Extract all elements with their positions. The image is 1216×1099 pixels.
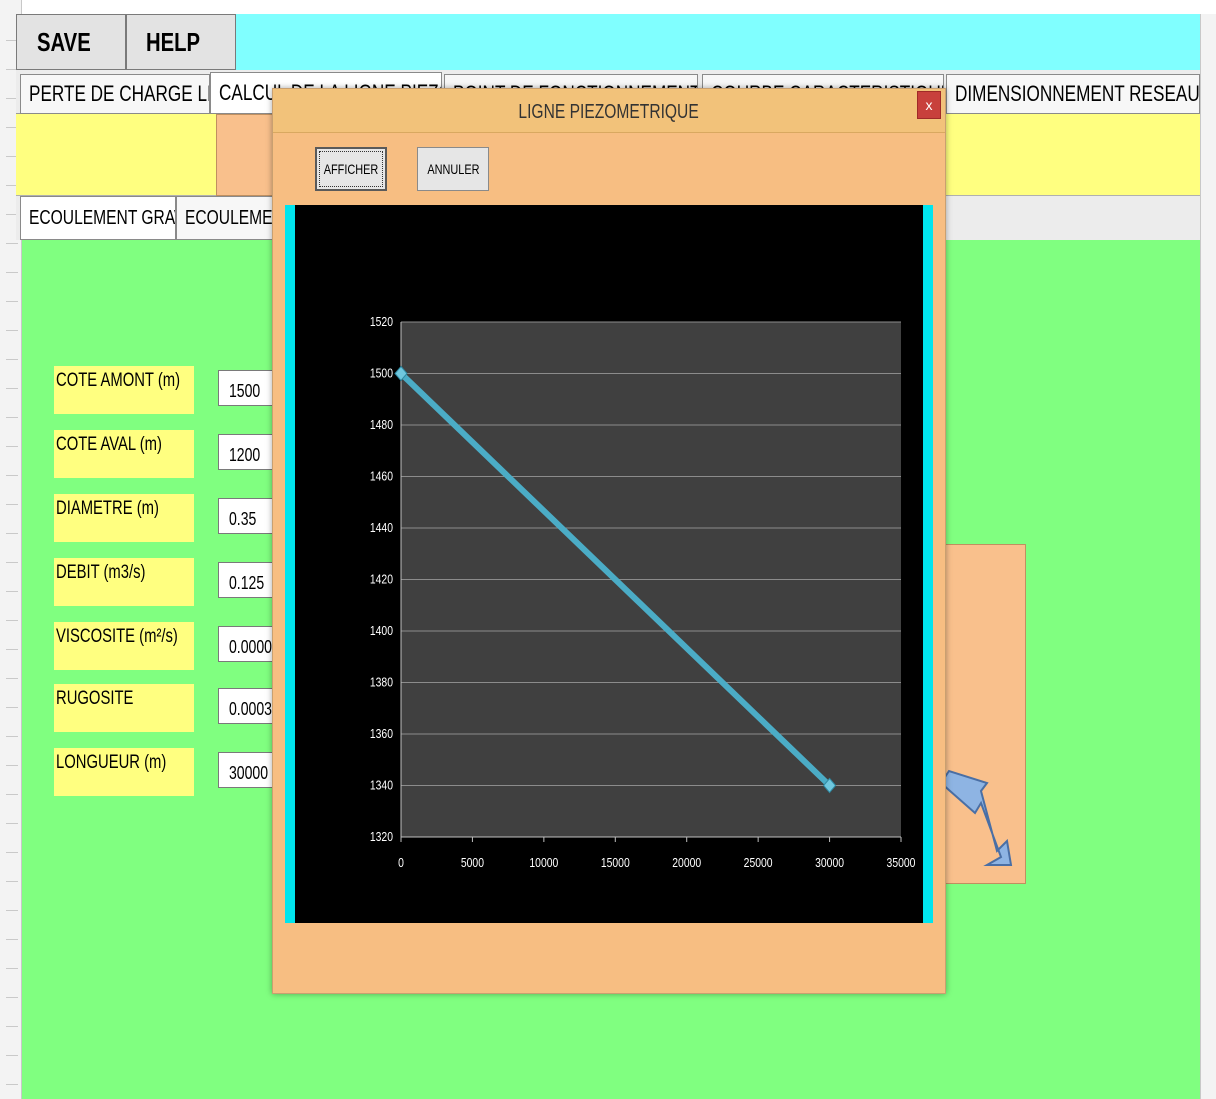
row-tick	[6, 272, 18, 273]
dialog-titlebar[interactable]: LIGNE PIEZOMETRIQUE x	[273, 89, 945, 133]
row-tick	[6, 388, 18, 389]
dialog-title: LIGNE PIEZOMETRIQUE	[518, 101, 700, 123]
close-icon: x	[925, 97, 933, 113]
close-button[interactable]: x	[917, 91, 941, 119]
result-panel	[940, 544, 1026, 884]
save-button-label: SAVE	[36, 26, 91, 57]
ligne-piezometrique-dialog: LIGNE PIEZOMETRIQUE x AFFICHER ANNULER 1…	[272, 88, 946, 994]
chart-frame: 1320 1340 1360 1380 1400 1420 1440 1460 1480 1500…	[285, 205, 933, 923]
piezometric-line-chart: 1320 1340 1360 1380 1400 1420 1440 1460 1480 1500…	[370, 315, 916, 870]
row-tick	[6, 620, 18, 621]
y-tick-label: 1520	[370, 315, 394, 329]
row-tick	[6, 997, 18, 998]
scrollbar-right[interactable]	[1200, 14, 1216, 1099]
viscosite-input[interactable]: 0.000001	[218, 626, 278, 662]
annuler-button[interactable]: ANNULER	[417, 147, 489, 191]
y-tick-label: 1380	[370, 675, 394, 689]
field-label-cote-amont: COTE AMONT (m)	[54, 366, 194, 414]
help-button[interactable]: HELP	[126, 14, 236, 70]
afficher-label: AFFICHER	[323, 161, 379, 177]
row-tick	[6, 823, 18, 824]
row-tick	[6, 591, 18, 592]
annuler-label: ANNULER	[426, 161, 480, 177]
diametre-input[interactable]: 0.35	[218, 498, 278, 534]
tab-ecoulement-refoulement[interactable]: ECOULEMENT EN REFOULEMENT	[176, 196, 286, 240]
row-tick	[6, 243, 18, 244]
row-tick	[6, 968, 18, 969]
row-tick	[6, 881, 18, 882]
row-tick	[6, 1026, 18, 1027]
y-tick-label: 1360	[370, 727, 394, 741]
tab-perte-de-charge[interactable]: PERTE DE CHARGE LINEAIRES	[20, 74, 210, 114]
rugosite-input[interactable]: 0.0003	[218, 688, 278, 724]
y-tick-label: 1340	[370, 778, 394, 792]
x-tick-label: 5000	[461, 856, 485, 870]
x-tick-label: 30000	[815, 856, 844, 870]
row-tick	[6, 562, 18, 563]
x-tick-label: 10000	[529, 856, 558, 870]
afficher-button[interactable]: AFFICHER	[315, 147, 387, 191]
tab-label: ECOULEMENT GRAVITAIRE	[29, 206, 175, 229]
field-label-rugosite: RUGOSITE	[54, 684, 194, 732]
tab-ecoulement-gravitaire[interactable]: ECOULEMENT GRAVITAIRE	[20, 196, 176, 240]
x-tick-label: 15000	[601, 856, 630, 870]
tab-label: ECOULEMENT EN REFOULEMENT	[185, 206, 286, 229]
save-button[interactable]: SAVE	[16, 14, 126, 70]
x-tick-label: 20000	[672, 856, 701, 870]
row-tick	[6, 301, 18, 302]
row-tick	[6, 910, 18, 911]
row-tick	[6, 678, 18, 679]
field-label-longueur: LONGUEUR (m)	[54, 748, 194, 796]
x-tick-label: 0	[398, 856, 404, 870]
y-tick-label: 1320	[370, 830, 394, 844]
cote-amont-input[interactable]: 1500	[218, 370, 278, 406]
row-tick	[6, 765, 18, 766]
x-tick-label: 25000	[744, 856, 773, 870]
arrow-icon	[941, 769, 1013, 866]
longueur-input[interactable]: 30000	[218, 752, 278, 788]
x-tick-label: 35000	[887, 856, 916, 870]
cote-aval-input[interactable]: 1200	[218, 434, 278, 470]
row-tick	[6, 504, 18, 505]
row-tick	[6, 1084, 18, 1085]
tab-label: PERTE DE CHARGE LINEAIRES	[29, 81, 209, 106]
row-tick	[6, 707, 18, 708]
row-tick	[6, 359, 18, 360]
row-tick	[6, 446, 18, 447]
row-tick	[6, 939, 18, 940]
row-tick	[6, 417, 18, 418]
y-tick-label: 1420	[370, 572, 394, 586]
y-tick-label: 1400	[370, 624, 394, 638]
field-label-diametre: DIAMETRE (m)	[54, 494, 194, 542]
row-tick	[6, 475, 18, 476]
row-tick	[6, 736, 18, 737]
field-label-debit: DEBIT (m3/s)	[54, 558, 194, 606]
y-tick-label: 1500	[370, 366, 394, 380]
row-tick	[6, 852, 18, 853]
tab-label: DIMENSIONNEMENT RESEAU ADDUCTION	[955, 81, 1200, 106]
tab-dimensionnement[interactable]: DIMENSIONNEMENT RESEAU ADDUCTION	[946, 74, 1200, 114]
y-tick-label: 1460	[370, 469, 394, 483]
debit-input[interactable]: 0.125	[218, 562, 278, 598]
y-tick-label: 1480	[370, 418, 394, 432]
row-tick	[6, 794, 18, 795]
y-tick-label: 1440	[370, 521, 394, 535]
row-tick	[6, 533, 18, 534]
row-tick	[6, 1055, 18, 1056]
row-tick	[6, 330, 18, 331]
field-label-viscosite: VISCOSITE (m²/s)	[54, 622, 194, 670]
field-label-cote-aval: COTE AVAL (m)	[54, 430, 194, 478]
help-button-label: HELP	[146, 26, 201, 57]
row-tick	[6, 649, 18, 650]
